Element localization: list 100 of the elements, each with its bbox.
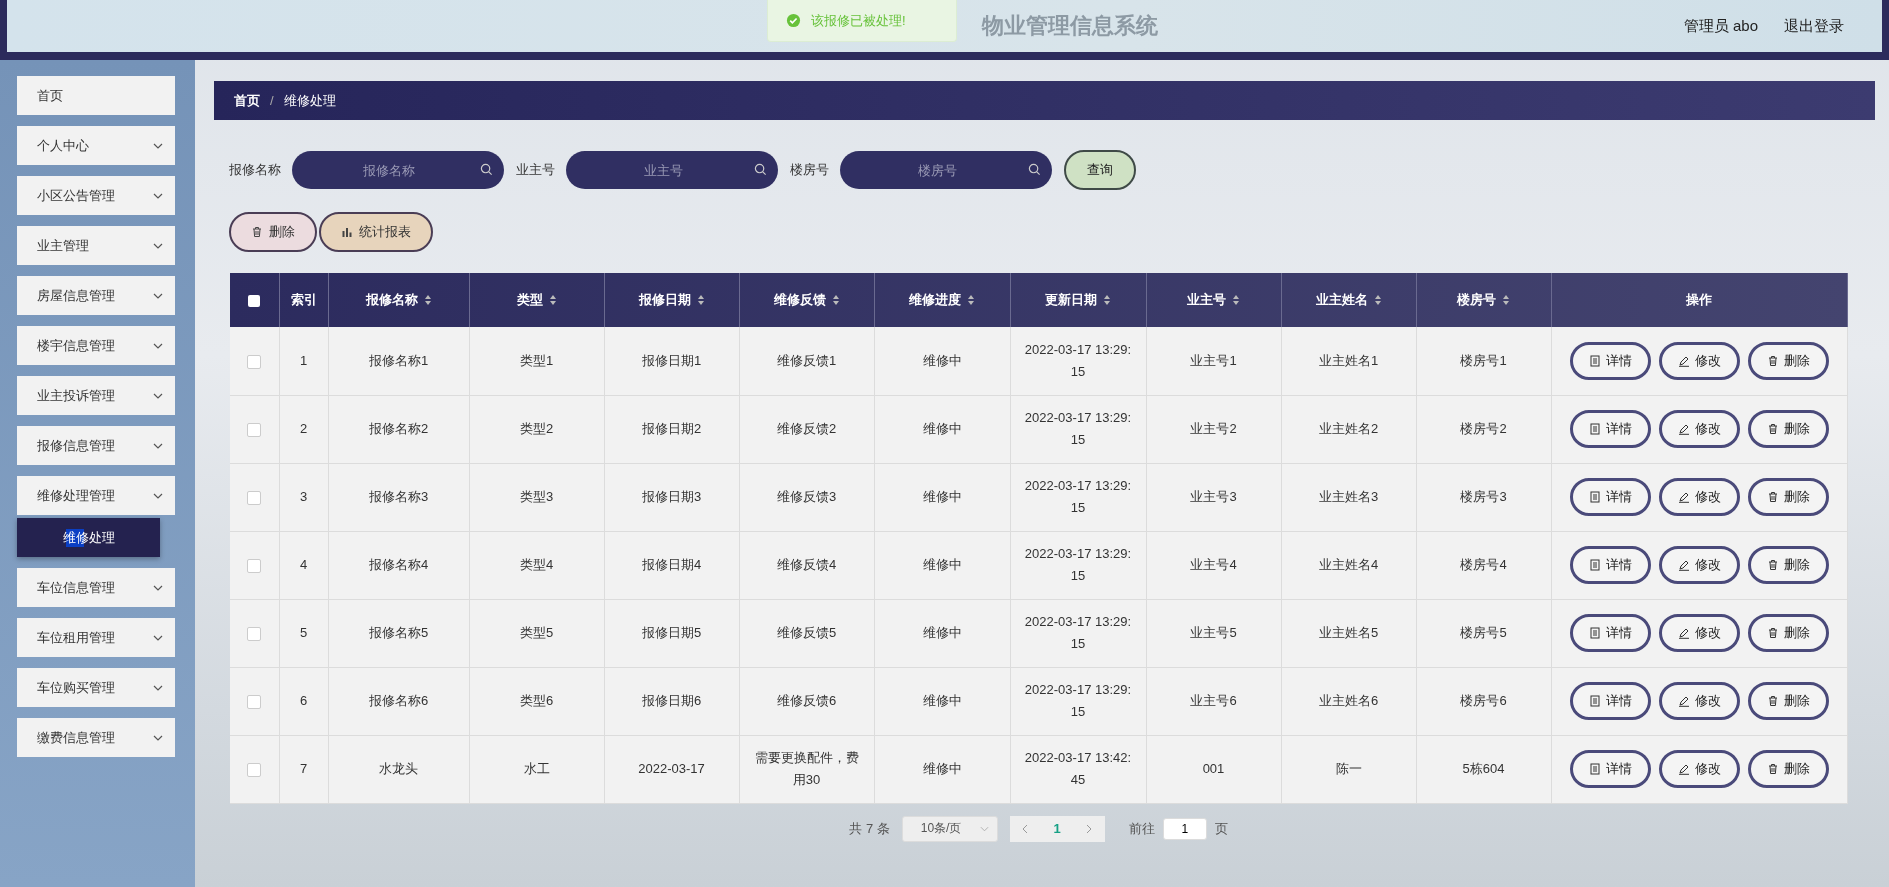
document-icon (1588, 763, 1601, 775)
trash-icon (1766, 763, 1779, 775)
search-field[interactable]: 楼房号 (840, 151, 1052, 189)
sidebar-item[interactable]: 维修处理管理 (17, 476, 175, 515)
table-cell: 业主号1 (1190, 352, 1237, 368)
sort-icon[interactable] (1232, 294, 1240, 306)
row-checkbox[interactable] (247, 490, 262, 505)
chevron-down-icon (153, 492, 163, 499)
field-label: 楼房号 (790, 161, 829, 179)
search-icon[interactable] (754, 163, 767, 176)
sort-icon[interactable] (1373, 294, 1382, 306)
table-cell: 业主号6 (1190, 693, 1237, 708)
chevron-down-icon (153, 634, 163, 641)
column-header[interactable]: 维修进度 (874, 273, 1010, 327)
delete-button[interactable]: 删除 (1747, 410, 1829, 448)
column-header[interactable]: 类型 (469, 273, 604, 327)
table-cell: 业主姓名6 (1318, 693, 1379, 708)
column-header[interactable]: 更新日期 (1010, 273, 1146, 327)
column-header[interactable]: 维修反馈 (739, 273, 874, 327)
sort-icon[interactable] (831, 294, 840, 306)
row-checkbox[interactable] (247, 422, 262, 437)
delete-button[interactable]: 删除 (1747, 341, 1829, 380)
column-header[interactable]: 业主号 (1146, 273, 1281, 327)
trash-icon (1766, 423, 1779, 435)
table-cell: 类型5 (519, 625, 554, 640)
edit-button[interactable]: 修改 (1658, 410, 1740, 448)
table-cell: 维修反馈5 (776, 625, 837, 640)
select-all-checkbox[interactable] (248, 295, 261, 308)
submenu-item[interactable]: 维修处理 (17, 518, 160, 557)
sidebar-item[interactable]: 业主投诉管理 (17, 376, 175, 415)
row-checkbox[interactable] (247, 762, 262, 777)
page-size-select[interactable]: 10条/页 (901, 815, 998, 842)
edit-button[interactable]: 修改 (1658, 682, 1740, 720)
sidebar-item[interactable]: 报修信息管理 (17, 426, 175, 465)
sidebar-item[interactable]: 车位购买管理 (17, 668, 175, 707)
sidebar-item[interactable]: 个人中心 (17, 126, 175, 165)
sidebar-item[interactable]: 首页 (17, 76, 175, 115)
row-checkbox[interactable] (247, 354, 262, 369)
table-cell: 维修反馈1 (776, 352, 837, 368)
sidebar-item[interactable]: 业主管理 (17, 226, 175, 265)
chevron-down-icon (153, 442, 163, 449)
detail-button[interactable]: 详情 (1569, 410, 1651, 448)
query-button[interactable]: 查询 (1064, 150, 1136, 190)
table-cell: 6 (299, 693, 308, 708)
table-cell: 业主姓名2 (1318, 421, 1379, 436)
sidebar-item[interactable]: 缴费信息管理 (17, 718, 175, 757)
sidebar-item[interactable]: 楼宇信息管理 (17, 326, 175, 365)
sidebar-item[interactable]: 房屋信息管理 (17, 276, 175, 315)
edit-button[interactable]: 修改 (1658, 478, 1740, 516)
logout-link[interactable]: 退出登录 (1784, 16, 1844, 36)
search-icon[interactable] (480, 163, 493, 176)
sort-icon[interactable] (1502, 294, 1510, 306)
search-field[interactable]: 业主号 (566, 151, 778, 189)
edit-button[interactable]: 修改 (1658, 750, 1740, 788)
search-field[interactable]: 报修名称 (292, 151, 504, 189)
table-cell: 报修名称1 (368, 352, 429, 368)
column-header[interactable]: 楼房号 (1416, 273, 1551, 327)
row-checkbox[interactable] (247, 694, 262, 709)
report-button[interactable]: 统计报表 (319, 212, 433, 252)
sort-icon[interactable] (696, 294, 705, 306)
edit-button[interactable]: 修改 (1658, 341, 1740, 380)
breadcrumb-item[interactable]: 首页 (234, 91, 260, 110)
edit-button[interactable]: 修改 (1658, 614, 1740, 652)
delete-button[interactable]: 删除 (1747, 614, 1829, 652)
detail-button[interactable]: 详情 (1569, 614, 1651, 652)
row-checkbox[interactable] (247, 626, 262, 641)
sort-icon[interactable] (967, 294, 975, 306)
sidebar-item[interactable]: 小区公告管理 (17, 176, 175, 215)
detail-button[interactable]: 详情 (1569, 478, 1651, 516)
column-header[interactable]: 报修名称 (328, 273, 469, 327)
page-input[interactable]: 1 (1162, 817, 1207, 840)
column-header: 操作 (1551, 273, 1847, 327)
goto-label: 前往 (1128, 819, 1155, 838)
column-header[interactable]: 报修日期 (604, 273, 739, 327)
detail-button[interactable]: 详情 (1569, 750, 1651, 788)
row-checkbox[interactable] (247, 558, 262, 573)
table-cell: 业主号5 (1190, 625, 1237, 640)
detail-button[interactable]: 详情 (1569, 546, 1651, 584)
delete-button[interactable]: 删除 (1747, 682, 1829, 720)
detail-button[interactable]: 详情 (1569, 341, 1651, 380)
search-icon[interactable] (1028, 163, 1041, 176)
delete-button[interactable]: 删除 (1747, 546, 1829, 584)
table-cell: 2022-03-17 13:29:15 (1024, 614, 1132, 651)
sort-icon[interactable] (548, 294, 557, 306)
sort-icon[interactable] (1103, 294, 1111, 306)
edit-button[interactable]: 修改 (1658, 546, 1740, 584)
delete-button[interactable]: 删除 (1747, 478, 1829, 516)
table-cell: 类型4 (519, 557, 554, 572)
toast-message: 该报修已被处理! (811, 11, 906, 30)
column-header[interactable]: 业主姓名 (1281, 273, 1416, 327)
sidebar-item[interactable]: 车位租用管理 (17, 618, 175, 657)
table-cell: 楼房号6 (1460, 693, 1507, 708)
table-cell: 维修反馈6 (776, 693, 837, 708)
delete-button[interactable]: 删除 (1747, 750, 1829, 788)
delete-button[interactable]: 删除 (229, 212, 317, 252)
table-cell: 类型2 (519, 421, 554, 436)
detail-button[interactable]: 详情 (1569, 682, 1651, 720)
sidebar-item[interactable]: 车位信息管理 (17, 568, 175, 607)
chevron-down-icon (153, 192, 163, 199)
sort-icon[interactable] (423, 294, 432, 306)
